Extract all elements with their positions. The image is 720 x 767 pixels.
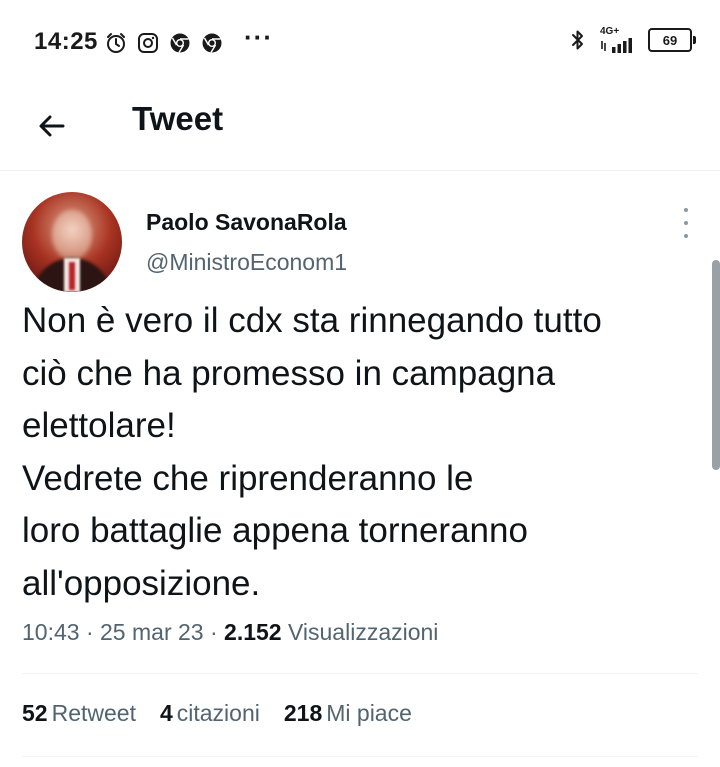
header-divider — [0, 170, 720, 171]
tweet-time: 10:43 — [22, 619, 80, 645]
more-options-icon[interactable] — [680, 208, 692, 238]
top-app-bar: Tweet — [0, 84, 720, 170]
retweets-stat[interactable]: 52 Retweet — [22, 700, 136, 727]
status-bar: 14:25 ··· 4G+ 69 — [0, 0, 720, 84]
page-title: Tweet — [132, 100, 224, 137]
tweet-text-line: elettolare! — [22, 406, 176, 445]
tweet-stats: 52 Retweet 4 citazioni 218 Mi piace — [22, 700, 412, 727]
tweet-text-line: ciò che ha promesso in campagna — [22, 353, 556, 393]
tweet-text-line: loro battaglie appena torneranno — [22, 511, 528, 550]
chrome-icon — [168, 31, 192, 55]
author-handle[interactable]: @MinistroEconom1 — [146, 249, 347, 276]
tweet-text-line: Vedrete che riprenderanno le — [22, 458, 474, 498]
back-button[interactable] — [30, 104, 74, 148]
notification-icons — [104, 30, 224, 56]
battery-level: 69 — [662, 32, 678, 48]
tweet-text-line: Non è vero il cdx sta rinnegando tutto — [22, 301, 602, 340]
likes-stat[interactable]: 218 Mi piace — [284, 700, 412, 727]
instagram-icon — [136, 31, 160, 55]
alarm-icon — [104, 31, 128, 55]
views-count[interactable]: 2.152 — [224, 619, 282, 645]
avatar[interactable] — [22, 192, 122, 292]
battery-icon: 69 — [648, 28, 696, 52]
tweet-text: Non è vero il cdx sta rinnegando tutto c… — [22, 295, 702, 610]
arrow-left-icon — [39, 115, 65, 137]
author-name[interactable]: Paolo SavonaRola — [146, 209, 347, 236]
likes-count: 218 — [283, 700, 323, 726]
scrollbar[interactable] — [712, 260, 720, 470]
retweets-label: Retweet — [51, 700, 136, 726]
network-type-label: 4G+ — [600, 26, 620, 37]
tweet-text-line: all'opposizione. — [22, 563, 261, 603]
tweet-metadata: 10:43 · 25 mar 23 · 2.152 Visualizzazion… — [22, 619, 438, 646]
meta-separator: · — [85, 619, 94, 645]
chrome-icon — [200, 31, 224, 55]
retweets-count: 52 — [22, 700, 48, 726]
bluetooth-icon — [566, 28, 590, 52]
status-time: 14:25 — [34, 28, 98, 55]
more-notifications-icon: ··· — [244, 22, 273, 52]
signal-icon: 4G+ — [600, 27, 638, 53]
tweet-date: 25 mar 23 — [100, 619, 204, 645]
divider — [22, 756, 698, 757]
quotes-count: 4 — [159, 700, 173, 726]
likes-label: Mi piace — [326, 700, 412, 726]
quotes-stat[interactable]: 4 citazioni — [160, 700, 260, 727]
divider — [22, 673, 698, 674]
system-status: 4G+ 69 — [566, 27, 696, 53]
meta-separator: · — [209, 619, 218, 645]
views-label[interactable]: Visualizzazioni — [288, 619, 438, 645]
quotes-label: citazioni — [176, 700, 260, 726]
